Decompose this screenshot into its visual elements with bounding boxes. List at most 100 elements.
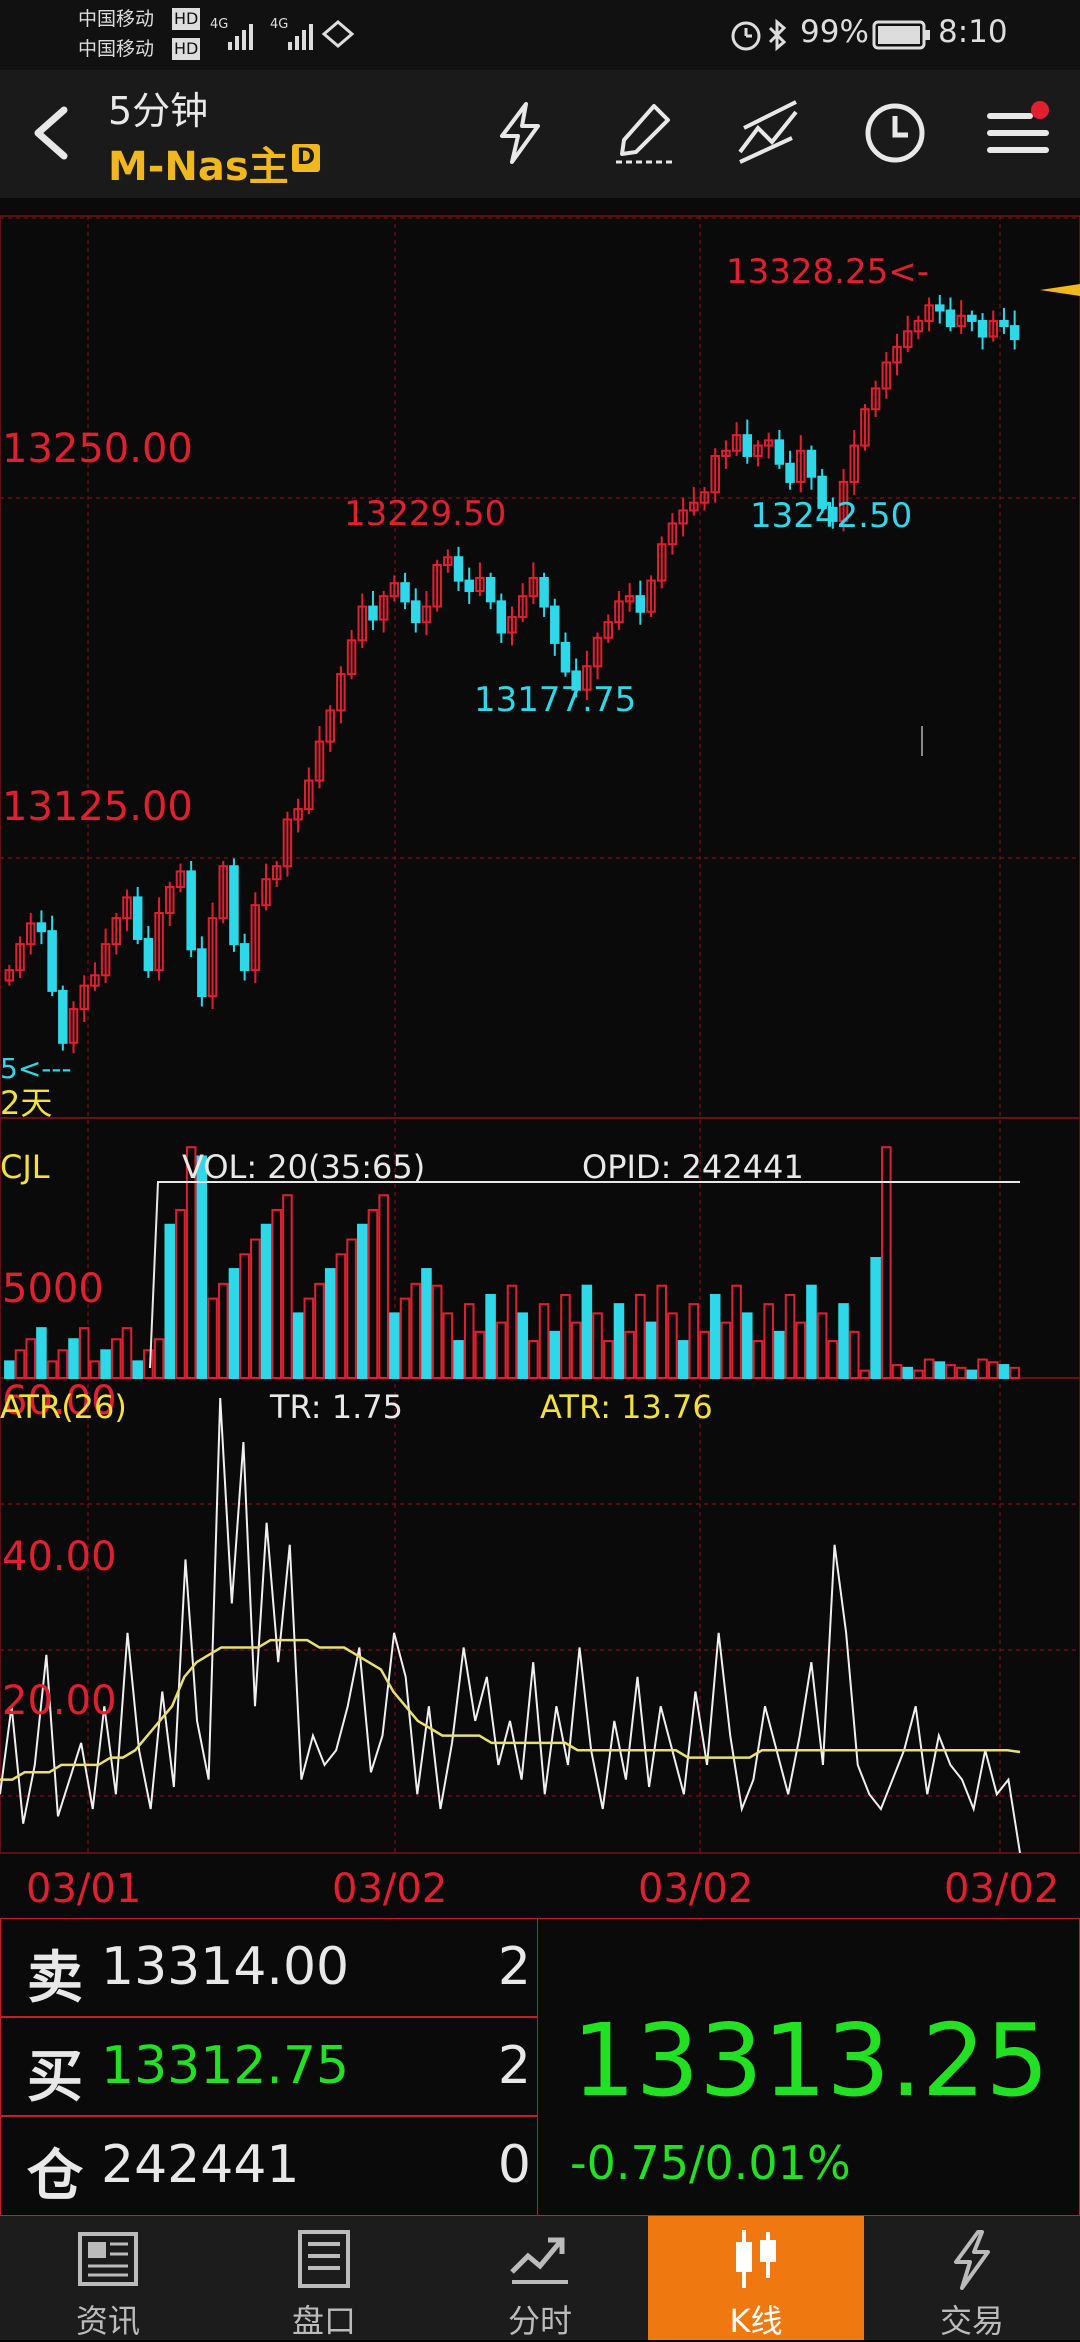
volume-bar-27 bbox=[292, 1312, 304, 1380]
annotation-low-mid: 13177.75 bbox=[474, 680, 637, 720]
period-title[interactable]: 5分钟 bbox=[108, 80, 208, 135]
volume-bar-73 bbox=[784, 1293, 796, 1380]
x-axis-label-1: 03/01 bbox=[26, 1866, 142, 1912]
volume-bar-14 bbox=[153, 1338, 165, 1379]
nav-trade[interactable]: 交易 bbox=[864, 2216, 1080, 2340]
nav-label-timeshare: 分时 bbox=[507, 2302, 572, 2340]
volume-bar-71 bbox=[763, 1303, 774, 1379]
candle-body-12 bbox=[132, 896, 143, 940]
volume-bar-88 bbox=[945, 1364, 956, 1379]
x-axis-label-4: 03/02 bbox=[944, 1866, 1060, 1912]
volume-bar-79 bbox=[848, 1330, 860, 1380]
volume-bar-3 bbox=[36, 1327, 47, 1379]
clock: 8:10 bbox=[938, 14, 1008, 50]
symbol-title[interactable]: M-Nas主 bbox=[108, 134, 289, 192]
volume-bar-39 bbox=[421, 1268, 432, 1379]
volume-bar-19 bbox=[207, 1297, 218, 1379]
volume-bar-15 bbox=[164, 1223, 176, 1380]
volume-bar-52 bbox=[560, 1293, 571, 1380]
candle-body-46 bbox=[496, 600, 507, 634]
volume-bar-94 bbox=[1009, 1366, 1020, 1380]
svg-text:4G: 4G bbox=[270, 17, 288, 32]
volume-bar-54 bbox=[581, 1284, 593, 1379]
volume-bar-8 bbox=[89, 1360, 101, 1380]
sell-label: 卖 bbox=[27, 1946, 83, 2011]
position-row[interactable]: 仓 242441 0 bbox=[0, 2116, 538, 2216]
volume-bar-33 bbox=[356, 1223, 368, 1380]
volume-bar-18 bbox=[196, 1155, 208, 1380]
volume-bar-48 bbox=[517, 1312, 528, 1380]
draw-pencil-icon[interactable] bbox=[610, 98, 680, 168]
bottom-nav: 资讯 盘口 分时 K线 交易 bbox=[0, 2216, 1080, 2340]
volume-bar-24 bbox=[260, 1223, 272, 1380]
volume-bar-56 bbox=[602, 1340, 614, 1379]
news-icon bbox=[78, 2232, 138, 2286]
candle-body-37 bbox=[400, 582, 410, 603]
sell-qty: 2 bbox=[497, 1937, 531, 1997]
candle-body-18 bbox=[197, 948, 207, 998]
menu-icon[interactable] bbox=[984, 98, 1054, 168]
volume-bar-34 bbox=[367, 1209, 379, 1379]
volume-bar-37 bbox=[399, 1297, 411, 1379]
nav-orderbook[interactable]: 盘口 bbox=[216, 2216, 432, 2340]
sell-row[interactable]: 卖 13314.00 2 bbox=[0, 1918, 538, 2017]
volume-bar-70 bbox=[752, 1340, 764, 1379]
volume-axis-label: 5000 bbox=[2, 1266, 104, 1312]
volume-bar-45 bbox=[485, 1293, 496, 1380]
nav-timeshare[interactable]: 分时 bbox=[432, 2216, 648, 2340]
volume-bar-30 bbox=[324, 1268, 336, 1379]
volume-bar-72 bbox=[774, 1330, 785, 1380]
last-price: 13313.25 bbox=[572, 2002, 1050, 2119]
hd-badge-1: HD bbox=[172, 8, 201, 30]
trade-icon bbox=[954, 2230, 990, 2290]
lightning-icon[interactable] bbox=[486, 98, 556, 168]
volume-bar-36 bbox=[389, 1312, 400, 1380]
volume-bar-7 bbox=[78, 1327, 90, 1379]
last-price-arrow bbox=[1040, 284, 1080, 296]
annotation-high-right: 13328.25<- bbox=[726, 252, 929, 292]
volume-bar-47 bbox=[506, 1284, 518, 1379]
volume-bar-85 bbox=[913, 1369, 924, 1379]
indicator-lines-icon[interactable] bbox=[734, 98, 804, 168]
kline-chart[interactable]: 13250.00 13125.00 13229.50 13177.75 1324… bbox=[0, 198, 1080, 1918]
clock-icon[interactable] bbox=[860, 98, 930, 168]
candle-body-38 bbox=[411, 600, 421, 624]
panel-frame-2 bbox=[0, 1377, 1080, 1854]
hd-badge-2: HD bbox=[172, 38, 201, 60]
volume-bar-67 bbox=[720, 1321, 732, 1379]
candle-body-43 bbox=[464, 579, 474, 592]
volume-bar-58 bbox=[624, 1330, 635, 1380]
alarm-bluetooth-icon bbox=[731, 18, 787, 52]
volume-bar-20 bbox=[217, 1282, 229, 1380]
candle-body-69 bbox=[742, 434, 753, 457]
volume-bar-43 bbox=[463, 1303, 475, 1379]
candle-body-52 bbox=[560, 641, 571, 673]
volume-bar-12 bbox=[132, 1360, 143, 1380]
status-bar: 中国移动 中国移动 HD HD 4G 4G 99% 8:10 bbox=[0, 0, 1080, 70]
nav-label-orderbook: 盘口 bbox=[291, 2302, 356, 2340]
candle-body-42 bbox=[453, 556, 464, 582]
candle-body-5 bbox=[58, 989, 68, 1044]
volume-bar-61 bbox=[656, 1284, 668, 1379]
back-icon[interactable] bbox=[16, 98, 86, 168]
nav-news[interactable]: 资讯 bbox=[0, 2216, 216, 2340]
volume-bar-77 bbox=[827, 1340, 839, 1379]
panel-frame-0 bbox=[0, 215, 1080, 1119]
candle-body-91 bbox=[977, 319, 988, 338]
buy-label: 买 bbox=[27, 2045, 83, 2110]
candle-body-72 bbox=[774, 439, 785, 465]
volume-bar-49 bbox=[528, 1340, 539, 1379]
price-axis-label-2: 13125.00 bbox=[2, 784, 193, 830]
volume-bar-59 bbox=[635, 1293, 646, 1380]
volume-bar-87 bbox=[934, 1361, 946, 1380]
opid-label: OPID: 242441 bbox=[582, 1148, 804, 1186]
atr-axis-label-40: 40.00 bbox=[2, 1534, 117, 1580]
volume-bar-32 bbox=[346, 1238, 357, 1379]
nav-kline-active[interactable]: K线 bbox=[648, 2216, 864, 2340]
buy-row[interactable]: 买 13312.75 2 bbox=[0, 2017, 538, 2116]
quote-panel: 卖 13314.00 2 买 13312.75 2 仓 242441 0 133… bbox=[0, 1918, 1080, 2216]
volume-bar-40 bbox=[431, 1284, 443, 1379]
nav-label-trade: 交易 bbox=[939, 2302, 1004, 2340]
candle-body-22 bbox=[239, 943, 250, 972]
carrier-2: 中国移动 bbox=[78, 38, 155, 60]
